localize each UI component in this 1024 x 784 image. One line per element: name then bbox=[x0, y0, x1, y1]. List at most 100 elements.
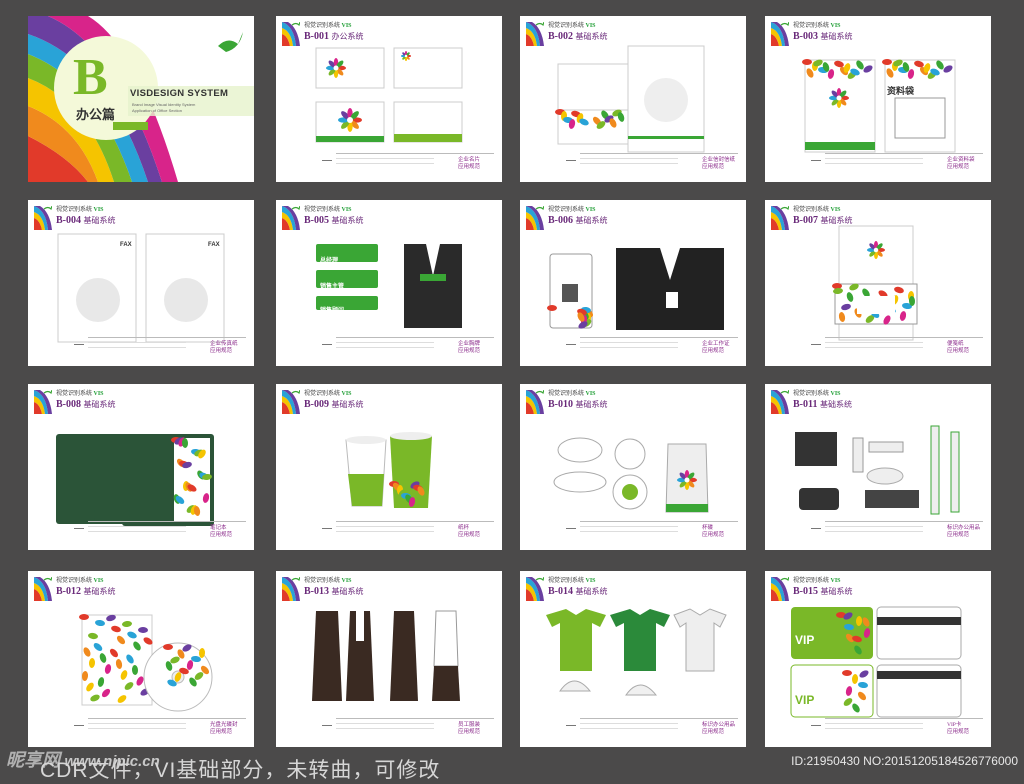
header-system-label: 视觉识别系统 bbox=[548, 23, 586, 29]
page-b-010: 视觉识别系统 VIS B-010 基础系统 杯碟 应用规范 bbox=[520, 384, 746, 550]
footer-mark bbox=[566, 344, 576, 345]
footer-mark bbox=[811, 160, 821, 161]
page-header: 视觉识别系统 VIS B-014 基础系统 bbox=[526, 575, 646, 603]
page-code-number: B-013 bbox=[304, 586, 332, 597]
cover-rainbow-graphic bbox=[28, 16, 254, 182]
mock-label: FAX bbox=[208, 242, 220, 248]
page-footer: 企业资料袋 应用规范 bbox=[811, 153, 983, 174]
footer-label-line: 应用规范 bbox=[702, 532, 725, 538]
footer-label: 企业工作证 应用规范 bbox=[702, 341, 738, 355]
page-footer: 企业传真纸 应用规范 bbox=[74, 337, 246, 358]
page-code-number: B-004 bbox=[56, 215, 84, 226]
page-footer: 纸杯 应用规范 bbox=[322, 521, 494, 542]
footer-label-line: 应用规范 bbox=[702, 164, 725, 170]
page-code-name: 基础系统 bbox=[820, 216, 853, 225]
page-header: 视觉识别系统 VIS B-003 基础系统 bbox=[771, 20, 891, 48]
footer-mark bbox=[74, 725, 84, 726]
page-code-number: B-011 bbox=[793, 399, 820, 410]
page-header: 视觉识别系统 VIS B-001 办公系统 bbox=[282, 20, 402, 48]
page-footer: VIP卡 应用规范 bbox=[811, 718, 983, 739]
page-code-number: B-010 bbox=[548, 399, 576, 410]
header-system-label: 视觉识别系统 bbox=[793, 391, 831, 397]
footer-mark bbox=[322, 160, 332, 161]
footer-text-line bbox=[580, 163, 678, 164]
footer-label-line: 企业名片 bbox=[458, 157, 481, 163]
brand-logo-icon bbox=[526, 206, 544, 230]
footer-label-line: 标识办公用品 bbox=[947, 525, 981, 531]
footer-text-line bbox=[825, 347, 923, 348]
brand-logo-icon bbox=[34, 206, 52, 230]
footer-label-line: 应用规范 bbox=[702, 348, 725, 354]
footer-text-line bbox=[825, 158, 923, 159]
footer-text-line bbox=[825, 723, 923, 724]
brand-logo-icon bbox=[526, 390, 544, 414]
footer-label-line: 应用规范 bbox=[947, 164, 970, 170]
page-footer: 笔记本 应用规范 bbox=[74, 521, 246, 542]
page-header: 视觉识别系统 VIS B-004 基础系统 bbox=[34, 204, 154, 232]
page-header: 视觉识别系统 VIS B-010 基础系统 bbox=[526, 388, 646, 416]
page-header: 视觉识别系统 VIS B-002 基础系统 bbox=[526, 20, 646, 48]
header-vis: VIS bbox=[341, 578, 352, 584]
page-header: 视觉识别系统 VIS B-012 基础系统 bbox=[34, 575, 154, 603]
header-system: 视觉识别系统 VIS bbox=[304, 204, 352, 213]
page-code-number: B-002 bbox=[548, 31, 576, 42]
footer-label: 便笺纸 应用规范 bbox=[947, 341, 983, 355]
mock-label: VIP bbox=[795, 693, 815, 707]
page-code: B-006 基础系统 bbox=[548, 215, 608, 226]
header-system: 视觉识别系统 VIS bbox=[304, 20, 352, 29]
page-footer: 便笺纸 应用规范 bbox=[811, 337, 983, 358]
footer-label-line: 应用规范 bbox=[458, 532, 481, 538]
header-vis: VIS bbox=[93, 391, 104, 397]
page-header: 视觉识别系统 VIS B-006 基础系统 bbox=[526, 204, 646, 232]
footer-label: 标识办公用品 应用规范 bbox=[947, 525, 983, 539]
header-system: 视觉识别系统 VIS bbox=[548, 575, 596, 584]
brand-logo-icon bbox=[282, 22, 300, 46]
header-vis: VIS bbox=[585, 207, 596, 213]
header-vis: VIS bbox=[830, 578, 841, 584]
page-code-number: B-009 bbox=[304, 399, 332, 410]
page-code: B-007 基础系统 bbox=[793, 215, 853, 226]
brand-logo-icon bbox=[526, 577, 544, 601]
footer-mark bbox=[811, 344, 821, 345]
footer-label-line: 应用规范 bbox=[458, 348, 481, 354]
page-code: B-015 基础系统 bbox=[793, 586, 853, 597]
page-code-name: 基础系统 bbox=[331, 587, 364, 596]
footer-text-line bbox=[88, 531, 186, 532]
footer-text-line bbox=[88, 347, 186, 348]
header-system-label: 视觉识别系统 bbox=[793, 578, 831, 584]
footer-label-line: 企业信封信纸 bbox=[702, 157, 736, 163]
footer-label: 杯碟 应用规范 bbox=[702, 525, 738, 539]
footer-label: 企业资料袋 应用规范 bbox=[947, 157, 983, 171]
header-system: 视觉识别系统 VIS bbox=[304, 575, 352, 584]
footer-text-line bbox=[825, 526, 923, 527]
page-header: 视觉识别系统 VIS B-005 基础系统 bbox=[282, 204, 402, 232]
footer-mark bbox=[322, 344, 332, 345]
footer-text-line bbox=[580, 728, 678, 729]
page-footer: 企业名片 应用规范 bbox=[322, 153, 494, 174]
page-code-name: 基础系统 bbox=[331, 400, 364, 409]
mock-label: 销售顾问 bbox=[320, 308, 345, 314]
header-system-label: 视觉识别系统 bbox=[304, 578, 342, 584]
footer-label: 企业名片 应用规范 bbox=[458, 157, 494, 171]
footer-text-line bbox=[88, 728, 186, 729]
header-system: 视觉识别系统 VIS bbox=[548, 388, 596, 397]
page-code-name: 办公系统 bbox=[331, 32, 364, 41]
page-b-011: 视觉识别系统 VIS B-011 基础系统 标识办公用品 应用规范 bbox=[765, 384, 991, 550]
header-vis: VIS bbox=[585, 578, 596, 584]
cover-line-2: Application of Office Section bbox=[132, 108, 182, 113]
page-header: 视觉识别系统 VIS B-007 基础系统 bbox=[771, 204, 891, 232]
header-system-label: 视觉识别系统 bbox=[56, 207, 94, 213]
header-vis: VIS bbox=[585, 23, 596, 29]
header-system: 视觉识别系统 VIS bbox=[793, 388, 841, 397]
page-footer: 标识办公用品 应用规范 bbox=[811, 521, 983, 542]
cover-title: VISDESIGN SYSTEM bbox=[130, 88, 229, 99]
footer-text-line bbox=[336, 728, 434, 729]
footer-label: 笔记本 应用规范 bbox=[210, 525, 246, 539]
page-b-004: 视觉识别系统 VIS B-004 基础系统 FAX FAX 企业传真纸 应用规范 bbox=[28, 200, 254, 366]
footer-text-line bbox=[580, 526, 678, 527]
page-footer: 企业信封信纸 应用规范 bbox=[566, 153, 738, 174]
header-system: 视觉识别系统 VIS bbox=[548, 204, 596, 213]
header-system-label: 视觉识别系统 bbox=[304, 23, 342, 29]
page-b-006: 视觉识别系统 VIS B-006 基础系统企业工作证 应用规范 bbox=[520, 200, 746, 366]
footer-label-line: 应用规范 bbox=[947, 348, 970, 354]
